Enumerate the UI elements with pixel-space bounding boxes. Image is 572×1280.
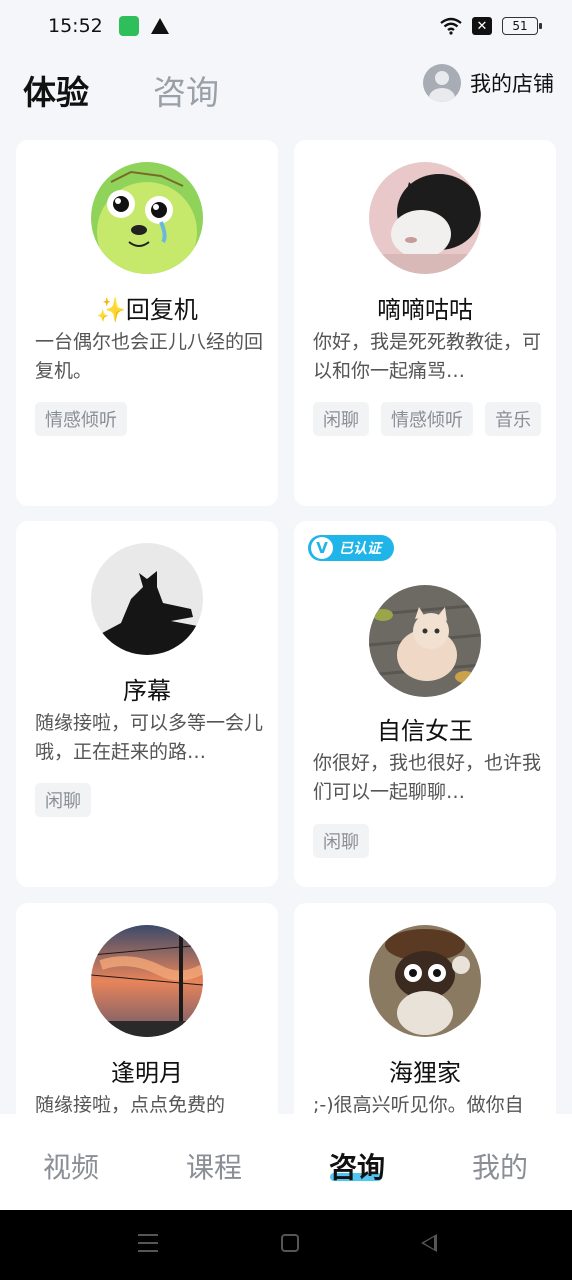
tag: 情感倾听 bbox=[35, 402, 127, 436]
nav-mine[interactable]: 我的 bbox=[472, 1146, 528, 1186]
consultant-description: 你很好，我也很好，也许我们可以一起聊聊… bbox=[313, 752, 542, 803]
consultant-name: 自信女王 bbox=[377, 717, 473, 745]
tag-list: 闲聊 情感倾听 音乐 bbox=[313, 402, 553, 436]
verified-icon: V bbox=[311, 537, 333, 559]
my-shop-button[interactable]: 我的店铺 bbox=[423, 64, 554, 102]
battery-icon: 51 bbox=[502, 17, 542, 35]
home-icon[interactable] bbox=[281, 1234, 299, 1252]
yellow-cartoon-dog-avatar bbox=[91, 162, 203, 274]
tab-experience[interactable]: 体验 bbox=[23, 66, 89, 114]
menu-icon[interactable] bbox=[138, 1234, 158, 1252]
tag: 闲聊 bbox=[313, 824, 369, 858]
tanuki-figurine-avatar bbox=[369, 925, 481, 1037]
bottom-nav: 视频 课程 咨询 我的 bbox=[0, 1114, 572, 1210]
header: 体验 咨询 我的店铺 bbox=[0, 52, 572, 124]
status-time: 15:52 bbox=[48, 15, 103, 37]
system-nav-bar bbox=[0, 1210, 572, 1280]
consultant-description: 随缘接啦，可以多等一会儿哦，正在赶来的路… bbox=[35, 712, 264, 763]
cream-cat-avatar bbox=[369, 585, 481, 697]
sunset-sky-avatar bbox=[91, 925, 203, 1037]
cat-silhouette-avatar bbox=[91, 543, 203, 655]
consultant-name: 序幕 bbox=[123, 677, 171, 705]
my-shop-label: 我的店铺 bbox=[470, 72, 554, 96]
consultant-card[interactable]: V 已认证 自信女王 你很好，我也很好，也许我们可以一起聊聊… 闲聊 bbox=[294, 521, 556, 887]
tag: 情感倾听 bbox=[381, 402, 473, 436]
consultant-card[interactable]: 逢明月 随缘接啦，点点免费的 bbox=[16, 903, 278, 1114]
consultant-description: 一台偶尔也会正儿八经的回复机。 bbox=[35, 331, 264, 382]
consultant-card[interactable]: 海狸家 ;-)很高兴听见你。做你自 bbox=[294, 903, 556, 1114]
nav-courses[interactable]: 课程 bbox=[186, 1146, 242, 1186]
tag-list: 闲聊 bbox=[35, 783, 275, 817]
status-bar: 15:52 ✕ 51 bbox=[0, 0, 572, 52]
tag: 闲聊 bbox=[35, 783, 91, 817]
black-white-cat-avatar bbox=[369, 162, 481, 274]
consultant-name: 海狸家 bbox=[389, 1059, 461, 1087]
consultant-card[interactable]: 嘀嘀咕咕 你好，我是死死教教徒，可以和你一起痛骂… 闲聊 情感倾听 音乐 bbox=[294, 140, 556, 506]
consultant-description: ;-)很高兴听见你。做你自 bbox=[313, 1094, 524, 1114]
warning-icon bbox=[150, 18, 169, 34]
consultant-name: 逢明月 bbox=[111, 1059, 183, 1087]
tag: 闲聊 bbox=[313, 402, 369, 436]
app-notification-icon bbox=[118, 16, 139, 36]
verified-badge: V 已认证 bbox=[308, 535, 394, 561]
tag: 音乐 bbox=[485, 402, 541, 436]
wifi-icon bbox=[440, 17, 462, 35]
user-avatar bbox=[423, 64, 461, 102]
consultant-grid: ✨回复机 一台偶尔也会正儿八经的回复机。 情感倾听 嘀嘀咕咕 你好，我是死死教教… bbox=[0, 124, 572, 1114]
back-icon[interactable] bbox=[421, 1234, 437, 1252]
no-sim-icon: ✕ bbox=[472, 17, 492, 35]
consultant-card[interactable]: 序幕 随缘接啦，可以多等一会儿哦，正在赶来的路… 闲聊 bbox=[16, 521, 278, 887]
consultant-description: 随缘接啦，点点免费的 bbox=[35, 1094, 226, 1114]
consultant-card[interactable]: ✨回复机 一台偶尔也会正儿八经的回复机。 情感倾听 bbox=[16, 140, 278, 506]
consultant-name: ✨回复机 bbox=[96, 296, 198, 324]
tag-list: 闲聊 bbox=[313, 824, 553, 858]
consultant-description: 你好，我是死死教教徒，可以和你一起痛骂… bbox=[313, 331, 542, 382]
consultant-name: 嘀嘀咕咕 bbox=[377, 296, 473, 324]
tag-list: 情感倾听 bbox=[35, 402, 275, 436]
nav-videos[interactable]: 视频 bbox=[43, 1146, 99, 1186]
nav-consult[interactable]: 咨询 bbox=[329, 1146, 385, 1186]
tab-consult[interactable]: 咨询 bbox=[153, 66, 219, 114]
verified-label: 已认证 bbox=[339, 541, 381, 557]
